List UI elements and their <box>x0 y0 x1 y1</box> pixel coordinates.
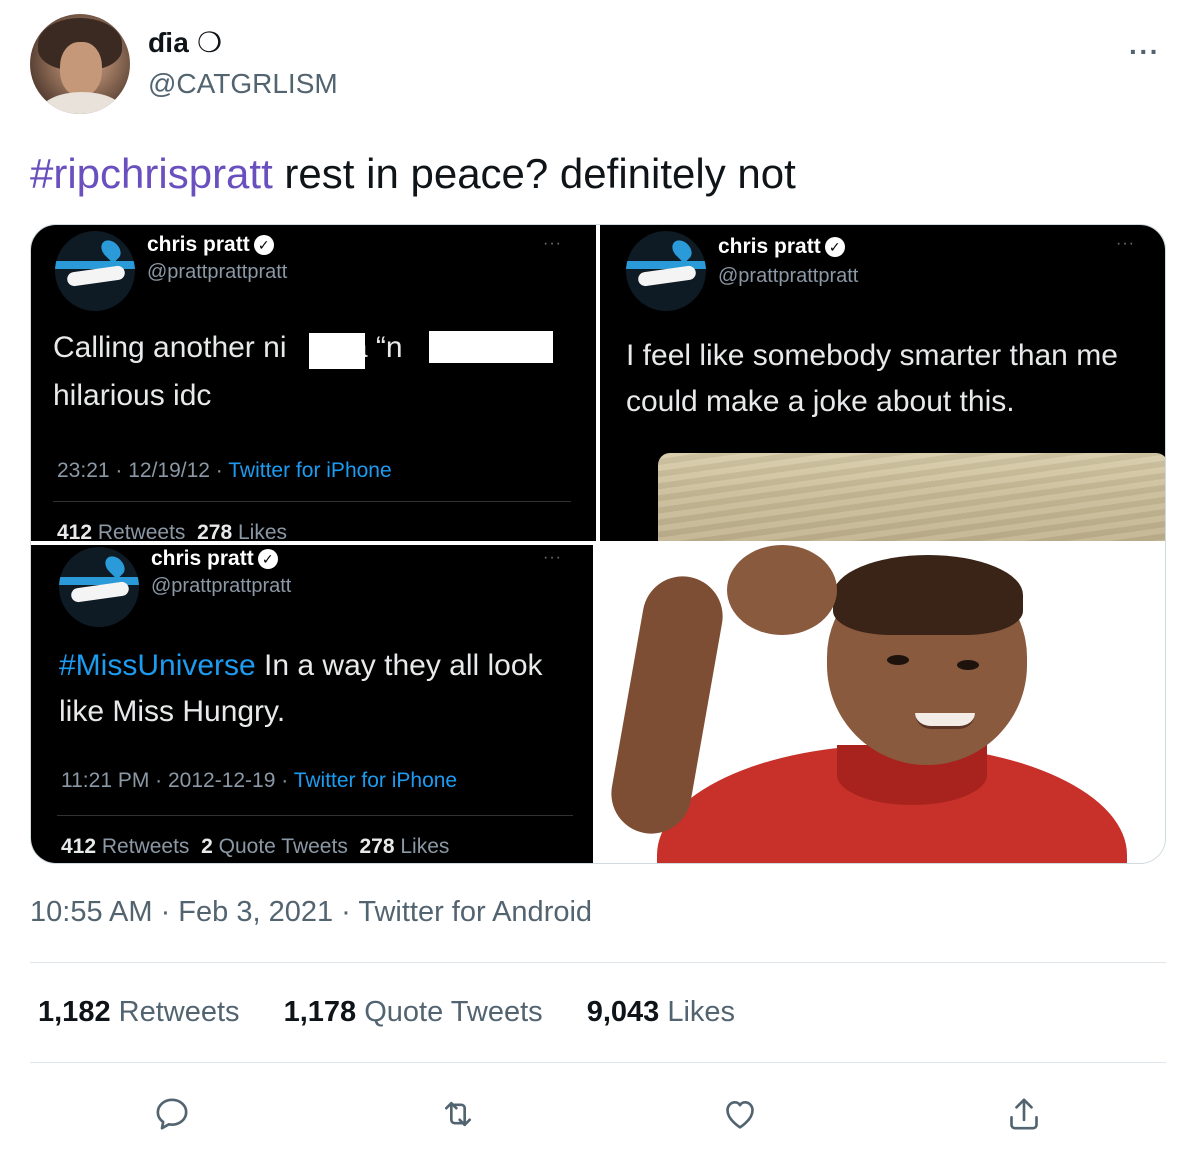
more-options-button[interactable]: ··· <box>1129 36 1160 68</box>
avatar-face <box>60 42 102 96</box>
embedded-tweet-text: #MissUniverse In a way they all look <box>59 649 543 682</box>
embedded-more-icon: ··· <box>1116 235 1135 252</box>
embedded-more-icon: ··· <box>543 235 562 252</box>
tweet-text: #ripchrispratt rest in peace? definitely… <box>30 150 796 198</box>
embedded-meta: 11:21 PM · 2012-12-19 · Twitter for iPho… <box>61 769 458 792</box>
embedded-more-icon: ··· <box>543 549 562 566</box>
meme-hair <box>833 555 1023 635</box>
attached-photo <box>658 453 1165 541</box>
divider <box>30 962 1166 963</box>
embedded-divider <box>57 815 573 816</box>
share-button[interactable] <box>996 1086 1052 1142</box>
embedded-name: chris pratt ✓ <box>151 547 278 571</box>
embedded-name: chris pratt ✓ <box>147 233 274 257</box>
media-image-3[interactable]: chris pratt ✓ @prattprattpratt ··· #MissU… <box>31 545 593 863</box>
like-icon <box>726 1101 754 1129</box>
like-button[interactable] <box>712 1086 768 1142</box>
meme-eye <box>957 660 979 670</box>
author-avatar[interactable] <box>30 14 130 114</box>
retweet-icon <box>445 1101 471 1127</box>
chris-pratt-avatar <box>626 231 706 311</box>
embedded-name: chris pratt ✓ <box>718 235 845 259</box>
likes-count[interactable]: 9,043 Likes <box>587 996 735 1028</box>
media-image-2[interactable]: chris pratt ✓ @prattprattpratt ··· I feel… <box>600 225 1165 541</box>
chris-pratt-avatar <box>55 231 135 311</box>
redaction-box <box>429 331 553 363</box>
reply-button[interactable] <box>144 1086 200 1142</box>
author-display-name[interactable]: ɗia ❍ <box>148 26 222 59</box>
embedded-handle: @prattprattpratt <box>718 265 859 287</box>
redaction-box <box>309 333 365 369</box>
chris-pratt-avatar <box>59 547 139 627</box>
quote-tweets-count[interactable]: 1,178 Quote Tweets <box>284 996 543 1028</box>
verified-icon: ✓ <box>824 237 845 258</box>
divider <box>30 1062 1166 1063</box>
tweet-header: ɗia ❍ @CATGRLISM ··· <box>30 14 1170 118</box>
tweet-stats: 1,182 Retweets 1,178 Quote Tweets 9,043 … <box>38 996 771 1029</box>
verified-icon: ✓ <box>253 235 274 256</box>
share-icon <box>1010 1098 1038 1130</box>
avatar-shoulder <box>40 92 124 114</box>
meme-eye <box>887 655 909 665</box>
media-image-4[interactable] <box>597 545 1165 863</box>
embedded-tweet-text: I feel like somebody smarter than me <box>626 339 1118 372</box>
reply-icon <box>156 1098 188 1130</box>
meme-hand <box>727 545 837 635</box>
tweet-timestamp[interactable]: 10:55 AM · Feb 3, 2021 · Twitter for And… <box>30 896 592 929</box>
embedded-divider <box>53 501 571 502</box>
embedded-stats: 412 Retweets 2 Quote Tweets 278 Likes <box>61 835 450 858</box>
meme-mouth <box>915 713 975 729</box>
media-image-1[interactable]: chris pratt ✓ @prattprattpratt ··· Callin… <box>31 225 596 541</box>
embedded-tweet-text-line2: hilarious idc <box>53 379 212 412</box>
retweet-button[interactable] <box>430 1086 486 1142</box>
tweet-body: rest in peace? definitely not <box>272 150 796 197</box>
media-grid: chris pratt ✓ @prattprattpratt ··· Callin… <box>30 224 1166 864</box>
embedded-stats: 412 Retweets 278 Likes <box>57 521 287 541</box>
verified-icon: ✓ <box>257 549 278 570</box>
embedded-meta: 23:21 · 12/19/12 · Twitter for iPhone <box>57 459 392 482</box>
action-bar <box>0 1086 1198 1142</box>
author-handle[interactable]: @CATGRLISM <box>148 68 338 100</box>
embedded-handle: @prattprattpratt <box>147 261 288 283</box>
embedded-handle: @prattprattpratt <box>151 575 292 597</box>
retweets-count[interactable]: 1,182 Retweets <box>38 996 240 1028</box>
embedded-tweet-text-line2: could make a joke about this. <box>626 385 1015 418</box>
embedded-tweet-text-line2: like Miss Hungry. <box>59 695 286 728</box>
hashtag-link[interactable]: #ripchrispratt <box>30 150 273 197</box>
